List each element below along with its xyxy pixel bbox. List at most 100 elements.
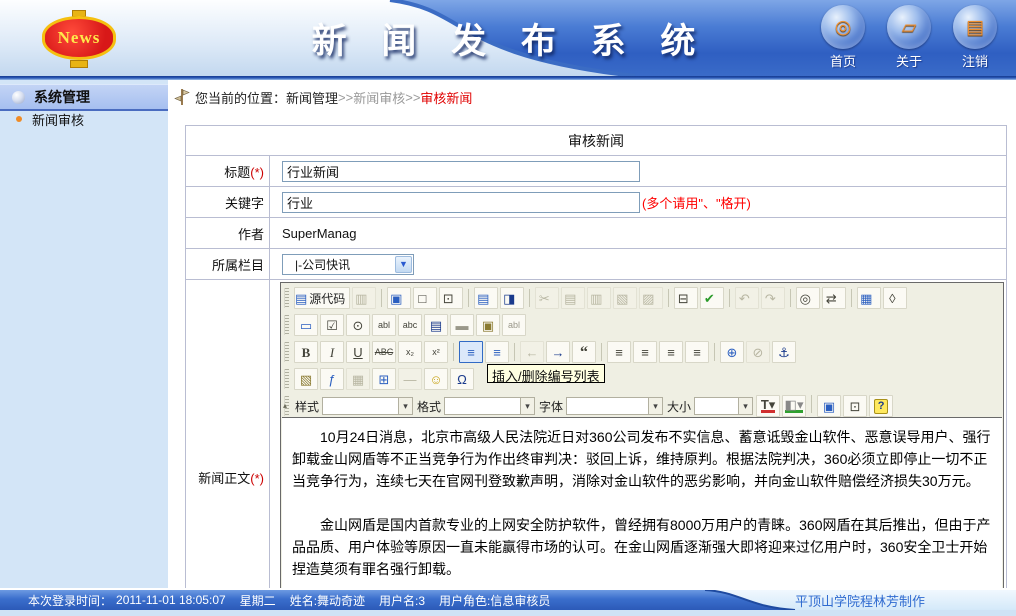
breadcrumb-news-review[interactable]: 新闻审核 [353, 88, 405, 107]
bg-color-icon[interactable]: ◧▾ [782, 395, 806, 417]
align-center-icon[interactable]: ≡ [633, 341, 657, 363]
spell-check-icon[interactable]: ✔ [700, 287, 724, 309]
bold-icon[interactable]: B [294, 341, 318, 363]
print-icon[interactable]: ⊟ [674, 287, 698, 309]
paste-icon[interactable]: ▥ [587, 287, 611, 309]
horizontal-rule-icon[interactable]: — [398, 368, 422, 390]
align-justify-icon[interactable]: ≡ [685, 341, 709, 363]
select-arrow-icon[interactable]: ▼ [395, 256, 412, 273]
ordered-list-icon[interactable]: ≡ [459, 341, 483, 363]
dropdown-arrow-icon[interactable]: ▾ [738, 397, 753, 415]
select-all-icon[interactable]: ▦ [857, 287, 881, 309]
toolbar-handle[interactable] [284, 288, 289, 308]
insert-image-icon[interactable]: ▧ [294, 368, 318, 390]
category-select[interactable]: |-公司快讯 ▼ [282, 254, 414, 275]
form-icon[interactable]: ▭ [294, 314, 318, 336]
footer-session-info: 本次登录时间： 2011-11-01 18:05:07 星期二 姓名:舞动奇迹 … [28, 590, 564, 610]
user-name: 姓名:舞动奇迹 [290, 592, 365, 609]
nav-label: 关于 [896, 51, 922, 70]
logout-icon[interactable]: ▤ 注销 [948, 5, 1002, 70]
insert-link-icon[interactable]: ⊕ [720, 341, 744, 363]
image-button-icon[interactable]: ▣ [476, 314, 500, 336]
toolbar-handle[interactable] [284, 342, 289, 362]
home-icon[interactable]: ◎ 首页 [816, 5, 870, 70]
insert-flash-icon[interactable]: ƒ [320, 368, 344, 390]
templates-icon[interactable]: ▤ [474, 287, 498, 309]
cut-icon[interactable]: ✂ [535, 287, 559, 309]
keyword-note: (多个请用"、"格开) [642, 196, 751, 211]
main-content: 您当前的位置： 新闻管理 >> 新闻审核 >> 审核新闻 审核新闻 标题(*) … [168, 80, 1016, 588]
replace-icon[interactable]: ⇄ [822, 287, 846, 309]
unordered-list-icon[interactable]: ≡ [485, 341, 509, 363]
keyword-input[interactable] [282, 192, 640, 213]
align-left-icon[interactable]: ≡ [607, 341, 631, 363]
login-time-label: 本次登录时间： [28, 592, 112, 609]
insert-table-icon[interactable]: ⊞ [372, 368, 396, 390]
smiley-icon[interactable]: ☺ [424, 368, 448, 390]
sidebar: 新闻管理 新闻管理 新闻审核 系统管理 [0, 80, 168, 588]
redo-icon[interactable]: ↷ [761, 287, 785, 309]
anchor-icon[interactable]: ⚓ [772, 341, 796, 363]
toolbar-separator [668, 289, 669, 307]
remove-format-icon[interactable]: ◊ [883, 287, 907, 309]
dropdown-label: 字体 [539, 398, 563, 415]
textarea-icon[interactable]: abc [398, 314, 422, 336]
sidebar-item-label: 新闻审核 [32, 110, 84, 129]
keyword-field-label: 关键字 [186, 187, 270, 218]
user-role: 用户角色:信息审核员 [439, 592, 550, 609]
maximize-icon[interactable]: ▣ [817, 395, 841, 417]
find-icon[interactable]: ◎ [796, 287, 820, 309]
special-char-icon[interactable]: Ω [450, 368, 474, 390]
header-nav: ◎ 首页 ▱ 关于 ▤ 注销 [816, 5, 1002, 70]
show-blocks-icon[interactable]: ⊡ [843, 395, 867, 417]
button-icon[interactable]: ▬ [450, 314, 474, 336]
paste-text-icon[interactable]: ▧ [613, 287, 637, 309]
source-button[interactable]: ▤ 源代码 [294, 287, 350, 309]
dropdown-arrow-icon[interactable]: ▾ [520, 397, 535, 415]
select-field-icon[interactable]: ▤ [424, 314, 448, 336]
style-dropdown[interactable] [322, 397, 398, 415]
text-field-icon[interactable]: abl [372, 314, 396, 336]
outdent-icon[interactable]: ← [520, 341, 544, 363]
indent-icon[interactable]: → [546, 341, 570, 363]
strikethrough-icon[interactable]: ABC [372, 341, 396, 363]
format-dropdown[interactable] [444, 397, 520, 415]
about-icon[interactable]: ▱ 关于 [882, 5, 936, 70]
radio-button-icon[interactable]: ⊙ [346, 314, 370, 336]
dropdown-arrow-icon[interactable]: ▾ [648, 397, 663, 415]
new-page-icon[interactable]: □ [413, 287, 437, 309]
superscript-icon[interactable]: x² [424, 341, 448, 363]
bullet-icon [16, 116, 22, 122]
about-icon[interactable]: ? [869, 395, 893, 417]
doc-props-icon[interactable]: ▥ [352, 287, 376, 309]
toolbar-collapse-icon[interactable]: ▴ [283, 401, 293, 411]
author-value: SuperManag [282, 226, 356, 241]
breadcrumb-news-management[interactable]: 新闻管理 [286, 88, 338, 107]
required-star: (*) [250, 471, 264, 486]
editor-content-area[interactable]: 10月24日消息，北京市高级人民法院近日对360公司发布不实信息、蓄意诋毁金山软… [282, 417, 1002, 588]
toolbar-separator [790, 289, 791, 307]
align-right-icon[interactable]: ≡ [659, 341, 683, 363]
dropdown-arrow-icon[interactable]: ▾ [398, 397, 413, 415]
undo-icon[interactable]: ↶ [735, 287, 759, 309]
underline-icon[interactable]: U [346, 341, 370, 363]
toolbar-handle[interactable] [284, 369, 289, 389]
copy-icon[interactable]: ▤ [561, 287, 585, 309]
print-preview-icon[interactable]: ◨ [500, 287, 524, 309]
hidden-field-icon[interactable]: abl [502, 314, 526, 336]
font-dropdown[interactable] [566, 397, 648, 415]
text-color-icon[interactable]: T▾ [756, 395, 780, 417]
toolbar-handle[interactable] [284, 315, 289, 335]
italic-icon[interactable]: I [320, 341, 344, 363]
author-field-label: 作者 [186, 218, 270, 249]
checkbox-icon[interactable]: ☑ [320, 314, 344, 336]
title-input[interactable] [282, 161, 640, 182]
preview-icon[interactable]: ⊡ [439, 287, 463, 309]
save-icon[interactable]: ▣ [387, 287, 411, 309]
size-dropdown[interactable] [694, 397, 738, 415]
remove-link-icon[interactable]: ⊘ [746, 341, 770, 363]
insert-media-icon[interactable]: ▦ [346, 368, 370, 390]
subscript-icon[interactable]: x₂ [398, 341, 422, 363]
blockquote-icon[interactable]: “ [572, 341, 596, 363]
paste-word-icon[interactable]: ▨ [639, 287, 663, 309]
